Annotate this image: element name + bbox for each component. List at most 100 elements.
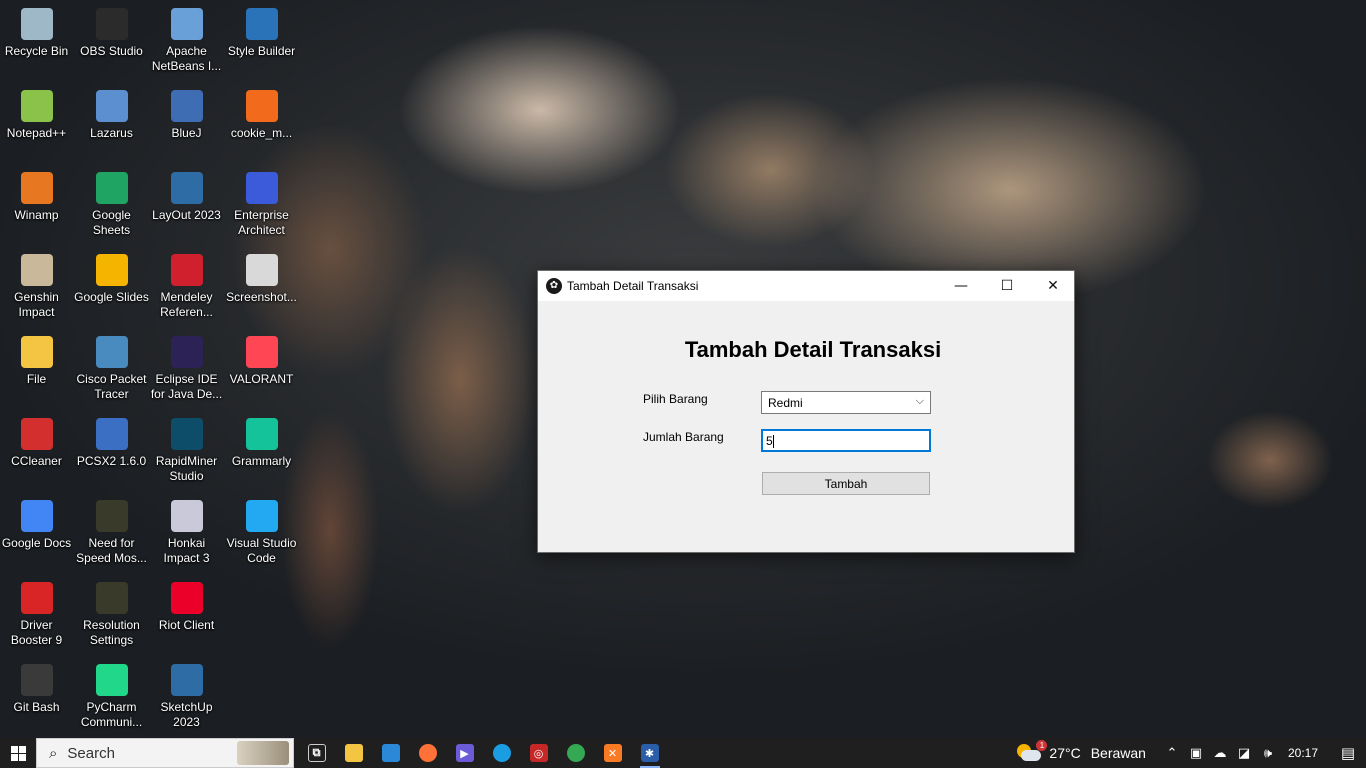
tambah-detail-dialog: ✿ Tambah Detail Transaksi — ☐ ✕ Tambah D… bbox=[537, 270, 1075, 553]
desktop-icon[interactable]: Style Builder bbox=[224, 2, 299, 59]
search-placeholder: Search bbox=[67, 744, 115, 762]
pilih-barang-label: Pilih Barang bbox=[643, 392, 708, 406]
desktop-icon-label: Git Bash bbox=[13, 700, 60, 714]
desktop-icon[interactable]: CCleaner bbox=[0, 412, 74, 469]
desktop-icon[interactable]: Resolution Settings bbox=[74, 576, 149, 648]
desktop-icon[interactable]: Google Docs bbox=[0, 494, 74, 551]
desktop-icon[interactable]: Cisco Packet Tracer bbox=[74, 330, 149, 402]
desktop-icon[interactable]: Notepad++ bbox=[0, 84, 74, 141]
weather-badge: 1 bbox=[1036, 740, 1048, 751]
sketchup-icon bbox=[170, 664, 203, 696]
onedrive-cloud-icon[interactable]: ☁ bbox=[1208, 746, 1232, 761]
desktop-icon-label: Notepad++ bbox=[6, 126, 67, 140]
bluej-icon bbox=[170, 90, 203, 122]
desktop-icon[interactable]: Eclipse IDE for Java De... bbox=[149, 330, 224, 402]
ccleaner-icon bbox=[20, 418, 53, 450]
desktop-icon-label: PCSX2 1.6.0 bbox=[76, 454, 147, 468]
weather-temperature: 27°C bbox=[1049, 745, 1081, 761]
search-highlight-image bbox=[237, 741, 289, 765]
desktop-icon[interactable]: Grammarly bbox=[224, 412, 299, 469]
xampp-icon: ✕ bbox=[603, 744, 622, 762]
notification-center-icon[interactable]: ▤ bbox=[1330, 744, 1366, 762]
desktop-icon[interactable]: Mendeley Referen... bbox=[149, 248, 224, 320]
desktop-icon[interactable]: Enterprise Architect bbox=[224, 166, 299, 238]
desktop-icon-label: Need for Speed Mos... bbox=[76, 536, 147, 565]
taskbar-app-button[interactable]: ◎ bbox=[520, 738, 557, 768]
pilih-barang-value: Redmi bbox=[768, 396, 803, 410]
windows-logo-icon bbox=[10, 745, 26, 761]
minimize-button[interactable]: — bbox=[938, 271, 984, 301]
desktop-icon[interactable]: Riot Client bbox=[149, 576, 224, 633]
meet-now-icon[interactable]: ▣ bbox=[1184, 746, 1208, 761]
weather-widget[interactable]: 1 27°C Berawan bbox=[1017, 740, 1146, 762]
desktop-icon[interactable]: Driver Booster 9 bbox=[0, 576, 74, 648]
desktop-icon[interactable]: Need for Speed Mos... bbox=[74, 494, 149, 566]
layout-icon bbox=[170, 172, 203, 204]
microsoft-store-icon bbox=[381, 744, 400, 762]
desktop-icon[interactable]: Recycle Bin bbox=[0, 2, 74, 59]
pilih-barang-select[interactable]: Redmi ⌵ bbox=[761, 391, 931, 414]
desktop-icon-label: Driver Booster 9 bbox=[10, 618, 63, 647]
desktop-icon-label: Riot Client bbox=[158, 618, 215, 632]
cookie-icon bbox=[245, 90, 278, 122]
desktop-icon[interactable]: Apache NetBeans I... bbox=[149, 2, 224, 74]
taskbar-app-button[interactable]: ⧉ bbox=[298, 738, 335, 768]
desktop-icon-label: Cisco Packet Tracer bbox=[76, 372, 147, 401]
desktop-icon[interactable]: BlueJ bbox=[149, 84, 224, 141]
desktop-icon[interactable]: Lazarus bbox=[74, 84, 149, 141]
desktop-icon[interactable]: LayOut 2023 bbox=[149, 166, 224, 223]
show-hidden-icons-chevron-icon[interactable]: ⌃ bbox=[1160, 746, 1184, 761]
desktop-icon[interactable]: cookie_m... bbox=[224, 84, 299, 141]
volume-icon[interactable]: 🕪 bbox=[1256, 746, 1280, 761]
screenshot-file-icon bbox=[245, 254, 278, 286]
honkai-icon bbox=[170, 500, 203, 532]
taskbar-app-button[interactable] bbox=[372, 738, 409, 768]
desktop-icon[interactable]: Visual Studio Code bbox=[224, 494, 299, 566]
taskbar-app-button[interactable] bbox=[483, 738, 520, 768]
desktop-icon[interactable]: Honkai Impact 3 bbox=[149, 494, 224, 566]
desktop-icon-label: cookie_m... bbox=[230, 126, 293, 140]
close-button[interactable]: ✕ bbox=[1030, 271, 1076, 301]
desktop-icon[interactable]: Google Sheets bbox=[74, 166, 149, 238]
obs-studio-icon bbox=[95, 8, 128, 40]
grammarly-icon bbox=[245, 418, 278, 450]
weather-description: Berawan bbox=[1090, 745, 1146, 761]
style-builder-icon bbox=[245, 8, 278, 40]
desktop-icon[interactable]: Screenshot... bbox=[224, 248, 299, 305]
desktop-icon[interactable]: File bbox=[0, 330, 74, 387]
desktop-icon-label: OBS Studio bbox=[80, 44, 143, 58]
jumlah-barang-input[interactable]: 5 bbox=[761, 429, 931, 452]
taskbar-app-button[interactable] bbox=[557, 738, 594, 768]
desktop-icon[interactable]: RapidMiner Studio bbox=[149, 412, 224, 484]
desktop-icon-label: LayOut 2023 bbox=[152, 208, 221, 222]
taskbar-clock[interactable]: 20:17 bbox=[1288, 746, 1318, 760]
desktop-icon[interactable]: PyCharm Communi... bbox=[74, 658, 149, 730]
desktop-icon-label: BlueJ bbox=[171, 126, 202, 140]
dialog-titlebar[interactable]: ✿ Tambah Detail Transaksi — ☐ ✕ bbox=[538, 271, 1074, 301]
desktop-icon-label: Recycle Bin bbox=[4, 44, 69, 58]
desktop-icon[interactable]: Google Slides bbox=[74, 248, 149, 305]
taskbar-app-button[interactable] bbox=[335, 738, 372, 768]
desktop-icon[interactable]: OBS Studio bbox=[74, 2, 149, 59]
desktop-icon-label: Google Docs bbox=[1, 536, 72, 550]
maximize-button[interactable]: ☐ bbox=[984, 271, 1030, 301]
desktop-icon[interactable]: VALORANT bbox=[224, 330, 299, 387]
tambah-button[interactable]: Tambah bbox=[762, 472, 930, 495]
taskbar-app-button[interactable]: ✱ bbox=[631, 738, 668, 768]
desktop-icon[interactable]: Genshin Impact bbox=[0, 248, 74, 320]
desktop-icon[interactable]: Winamp bbox=[0, 166, 74, 223]
taskbar-app-button[interactable] bbox=[409, 738, 446, 768]
taskbar-app-button[interactable]: ✕ bbox=[594, 738, 631, 768]
chevron-down-icon: ⌵ bbox=[915, 395, 924, 407]
taskbar-search-box[interactable]: ⌕ Search bbox=[36, 738, 294, 768]
network-icon[interactable]: ◪ bbox=[1232, 746, 1256, 761]
desktop-icon[interactable]: PCSX2 1.6.0 bbox=[74, 412, 149, 469]
jumlah-barang-label: Jumlah Barang bbox=[643, 430, 724, 444]
desktop-icon-label: Grammarly bbox=[231, 454, 292, 468]
start-button[interactable] bbox=[0, 738, 36, 768]
taskbar-app-button[interactable]: ▶ bbox=[446, 738, 483, 768]
desktop-icon[interactable]: SketchUp 2023 bbox=[149, 658, 224, 730]
desktop-icon-label: File bbox=[26, 372, 47, 386]
driver-booster-icon bbox=[20, 582, 53, 614]
desktop-icon[interactable]: Git Bash bbox=[0, 658, 74, 715]
